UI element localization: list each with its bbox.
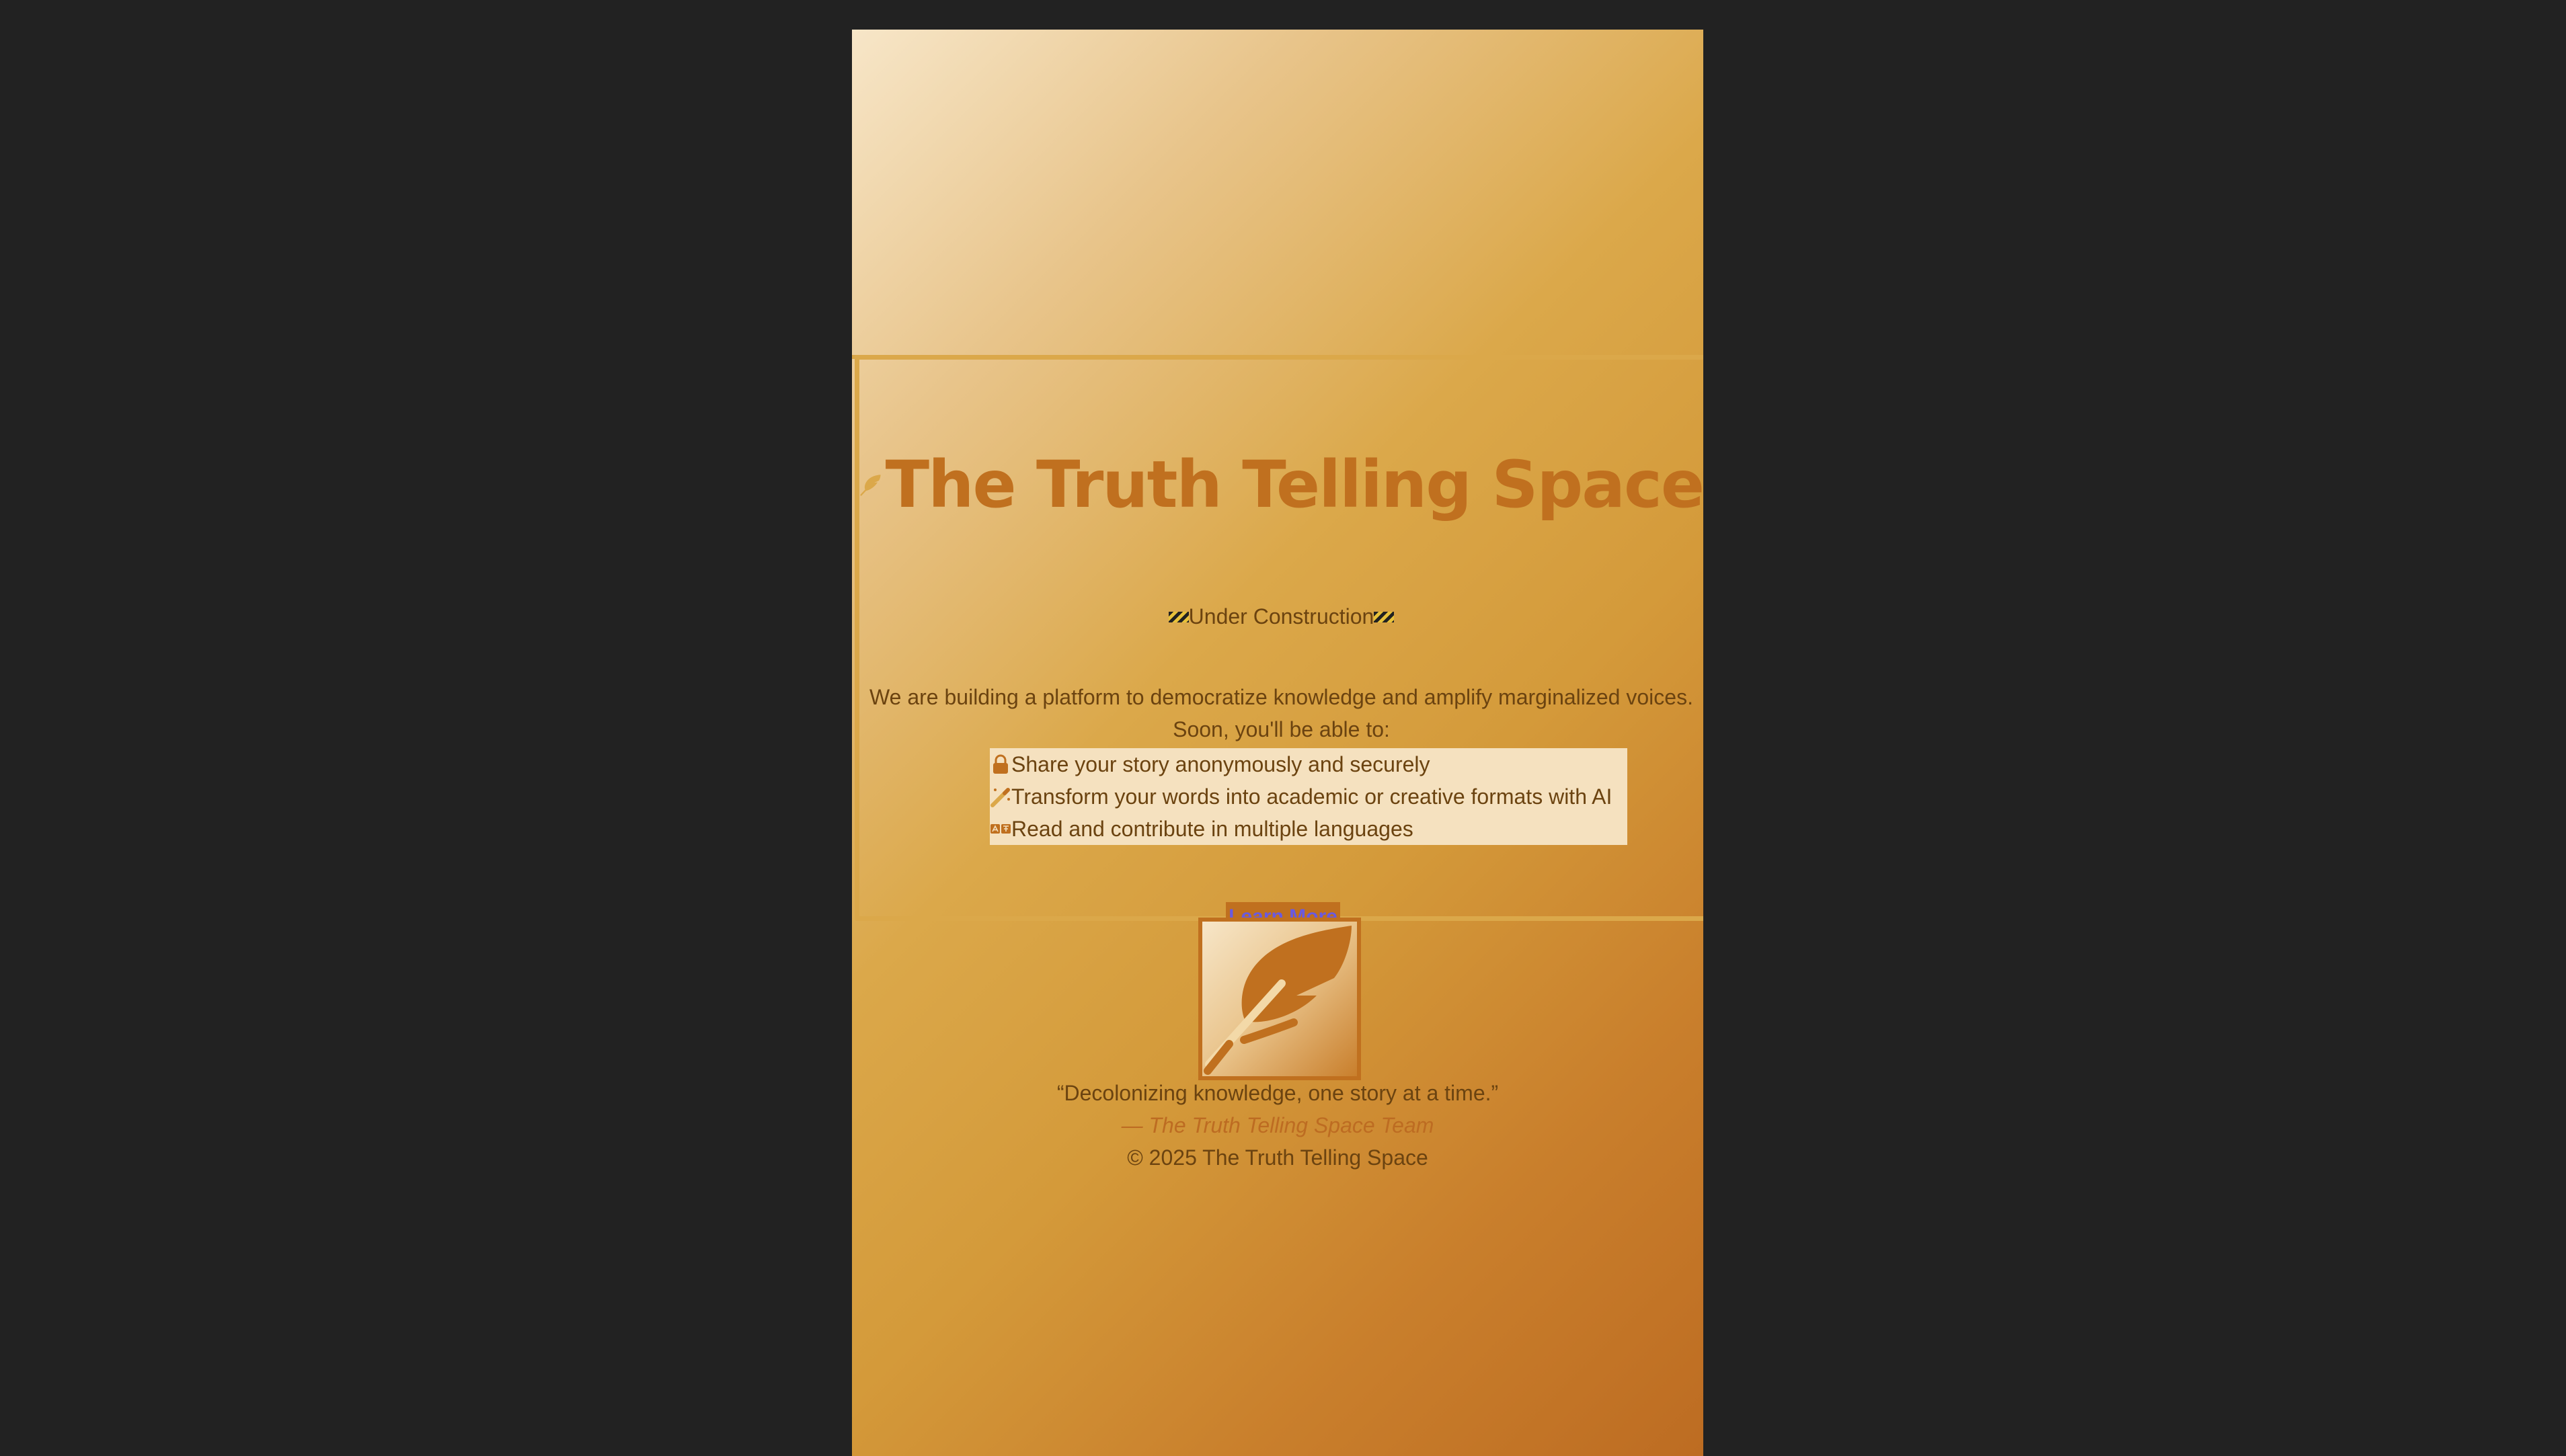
construction-icon <box>1374 611 1395 622</box>
feather-logo-icon <box>1204 926 1352 1075</box>
intro-text: We are building a platform to democratiz… <box>859 681 1703 745</box>
feature-text: Share your story anonymously and securel… <box>1011 752 1430 776</box>
page-title: The Truth Telling Space <box>885 447 1703 522</box>
footer-quote: “Decolonizing knowledge, one story at a … <box>1056 1081 1499 1105</box>
intro-line: We are building a platform to democratiz… <box>869 685 1693 709</box>
status-label: Under Construction <box>1188 604 1374 629</box>
feather-icon <box>860 475 881 496</box>
lock-icon <box>993 754 1008 774</box>
feature-text: Transform your words into academic or cr… <box>1011 784 1612 809</box>
construction-icon <box>1168 611 1189 622</box>
landing-page: The Truth Telling Space Under Constructi… <box>852 30 1703 1456</box>
list-item: Share your story anonymously and securel… <box>990 748 1627 780</box>
feature-text: Read and contribute in multiple language… <box>1011 816 1413 841</box>
magic-wand-icon <box>990 788 1010 807</box>
feature-list: Share your story anonymously and securel… <box>990 748 1627 845</box>
quote-attribution: — The Truth Telling Space Team <box>1121 1113 1434 1137</box>
list-item: Read and contribute in multiple language… <box>990 813 1627 845</box>
copyright: © 2025 The Truth Telling Space <box>1127 1145 1428 1170</box>
list-item: Transform your words into academic or cr… <box>990 780 1627 813</box>
construction-status: Under Construction <box>859 604 1703 629</box>
logo <box>1198 918 1361 1080</box>
hero-card: The Truth Telling Space Under Constructi… <box>855 355 1703 932</box>
title-row: The Truth Telling Space <box>859 447 1703 522</box>
intro-line: Soon, you'll be able to: <box>1173 717 1390 741</box>
language-icon <box>990 824 1011 834</box>
